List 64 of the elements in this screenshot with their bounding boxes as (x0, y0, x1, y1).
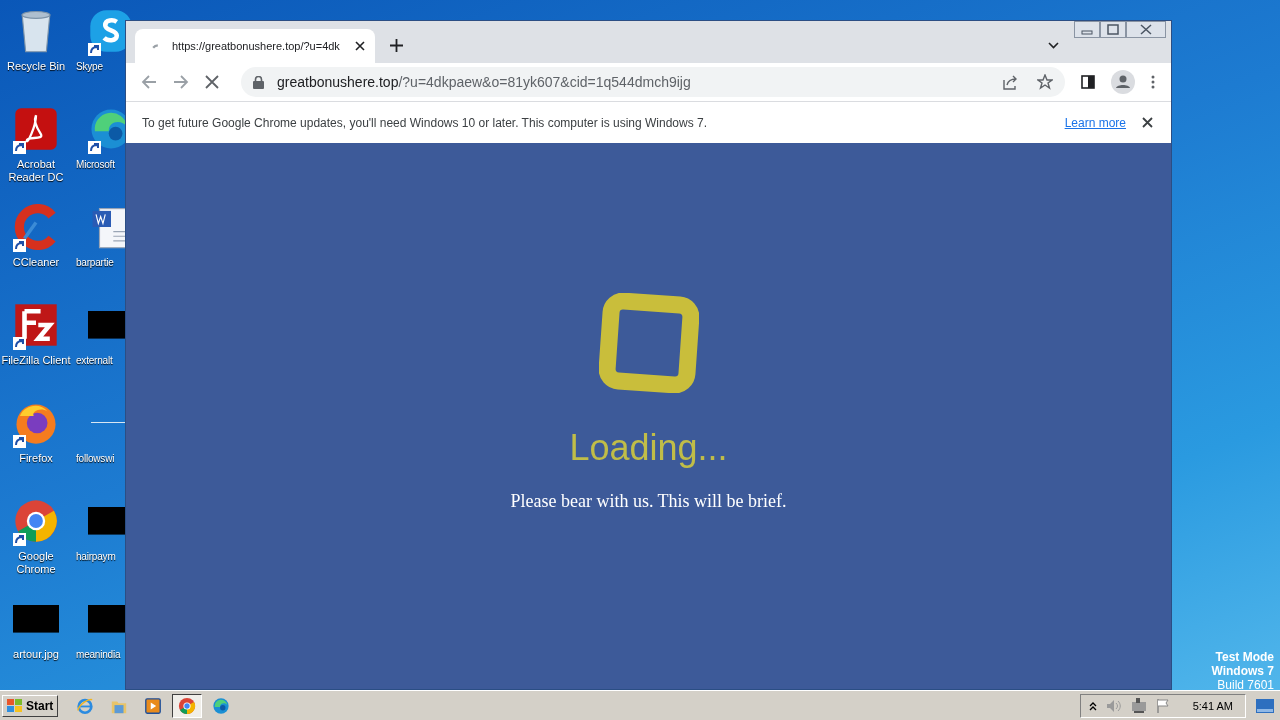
chrome-icon (13, 498, 59, 544)
flag-icon[interactable] (1155, 698, 1170, 713)
internet-explorer-icon (76, 696, 95, 715)
url-text: greatbonushere.top/?u=4dkpaew&o=81yk607&cid=1q544dmch9ijg (277, 74, 692, 90)
media-player-icon (144, 696, 163, 715)
address-bar[interactable]: greatbonushere.top/?u=4dkpaew&o=81yk607&cid=1q544dmch9ijg (241, 67, 1065, 97)
new-tab-icon[interactable] (390, 39, 403, 52)
shortcut-arrow-icon (13, 239, 26, 252)
browser-tab[interactable]: https://greatbonushere.top/?u=4dk (135, 29, 375, 63)
chrome-icon (178, 696, 197, 715)
tab-search-chevron-icon[interactable] (1048, 42, 1059, 49)
desktop-icon-label[interactable]: Recycle Bin (6, 60, 66, 73)
desktop-icon-label[interactable]: CCleaner (12, 256, 60, 269)
tab-title: https://greatbonushere.top/?u=4dk (172, 40, 341, 52)
back-icon[interactable] (141, 74, 157, 90)
desktop-icon-label[interactable]: Google Chrome (1, 550, 71, 576)
bookmark-star-icon[interactable] (1037, 74, 1053, 90)
stop-icon[interactable] (205, 75, 219, 89)
filezilla-icon (13, 302, 59, 348)
show-hidden-icons-icon[interactable] (1088, 700, 1097, 711)
desktop-icon-label[interactable]: followswi (76, 452, 115, 465)
shortcut-arrow-icon (13, 533, 26, 546)
desktop-icon-label[interactable]: Skype (76, 60, 103, 73)
maximize-icon[interactable] (1100, 21, 1126, 38)
start-button[interactable]: Start (2, 694, 59, 717)
loading-heading: Loading... (569, 427, 728, 469)
edge-icon (212, 696, 231, 715)
test-mode-text: Test Mode (1215, 650, 1274, 664)
taskbar-app-button[interactable] (172, 693, 203, 718)
acrobat-icon (13, 106, 59, 152)
close-window-icon[interactable] (1126, 21, 1166, 38)
desktop-icon-label[interactable]: Firefox (19, 452, 53, 465)
forward-icon[interactable] (173, 74, 189, 90)
desktop-icon-label[interactable]: artour.jpg (13, 648, 59, 661)
desktop-icon-label[interactable]: FileZilla Client (1, 354, 71, 367)
profile-avatar-icon[interactable] (1111, 70, 1135, 94)
menu-icon[interactable] (1151, 75, 1155, 89)
desktop-icon-label[interactable]: externalt (76, 354, 113, 367)
shortcut-arrow-icon (13, 141, 26, 154)
test-mode-text: Windows 7 (1211, 664, 1274, 678)
ccleaner-icon (13, 204, 59, 250)
thumbnail-icon (13, 605, 59, 633)
clock[interactable]: 5:41 AM (1192, 699, 1233, 712)
desktop-icon-label[interactable]: Acrobat Reader DC (1, 158, 71, 184)
close-tab-icon[interactable] (355, 41, 365, 51)
desktop-icon-label[interactable]: Microsoft (76, 158, 115, 171)
network-icon[interactable] (1130, 697, 1147, 714)
shortcut-arrow-icon (88, 141, 101, 154)
show-desktop-icon[interactable] (1256, 698, 1274, 713)
test-mode-text: Build 7601 (1217, 678, 1274, 692)
desktop-icon-label[interactable]: meanindia (76, 648, 121, 661)
share-icon[interactable] (1002, 74, 1018, 90)
windows-logo-icon (7, 698, 23, 713)
close-icon[interactable] (1142, 117, 1153, 128)
lock-icon (253, 75, 264, 89)
shortcut-arrow-icon (13, 435, 26, 448)
shortcut-arrow-icon (88, 43, 101, 56)
side-panel-icon[interactable] (1081, 75, 1095, 89)
desktop-icon-label[interactable]: barpartie (76, 256, 114, 269)
shortcut-arrow-icon (13, 337, 26, 350)
loading-message: Please bear with us. This will be brief. (510, 491, 787, 512)
learn-more-link[interactable]: Learn more (1064, 115, 1126, 130)
infobar-message: To get future Google Chrome updates, you'll need Windows 10 or later. This computer is using Windows 7. (142, 115, 709, 130)
desktop-icon-label[interactable]: hairpaym (76, 550, 116, 563)
